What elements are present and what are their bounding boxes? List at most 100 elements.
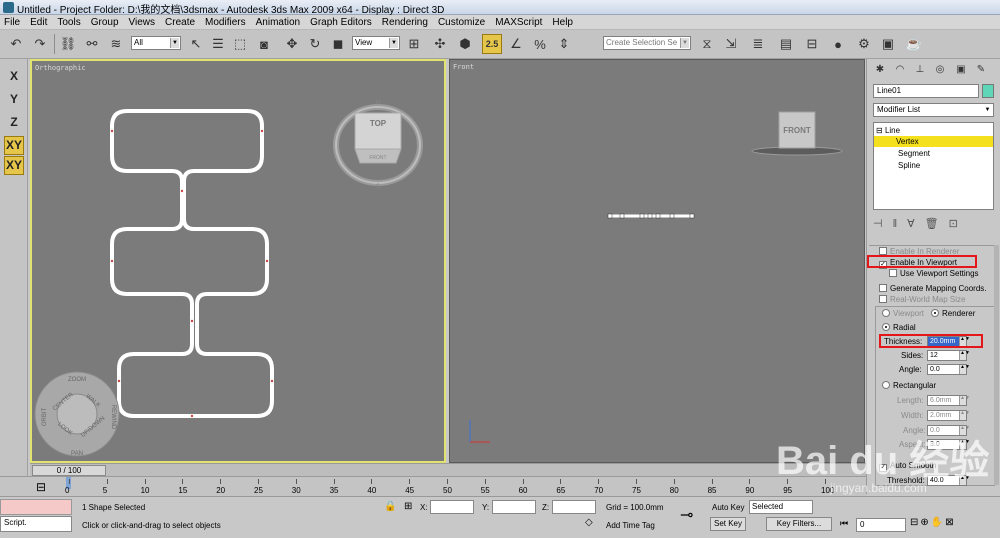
viewcube-front-label[interactable]: FRONT [369,155,386,161]
wheel-zoom[interactable]: ZOOM [68,377,86,383]
z-coordinate-field[interactable] [552,500,596,514]
menu-graph-editors[interactable]: Graph Editors [310,17,372,28]
steering-wheel[interactable]: ZOOM ORBIT CENTER WALK LOOK UP/DOWN REWI… [34,371,120,457]
object-color-swatch[interactable] [982,84,994,98]
set-key-button[interactable]: Set Key [710,517,746,531]
menu-maxscript[interactable]: MAXScript [495,17,542,28]
use-viewport-settings-checkbox[interactable]: Use Viewport Settings [889,269,979,278]
menu-animation[interactable]: Animation [256,17,300,28]
viewcube[interactable]: TOP FRONT N S [333,100,423,190]
layer-manager-icon[interactable]: ≣ [748,34,768,54]
front-viewport[interactable]: Front FRONT [449,59,865,463]
time-slider-knob[interactable]: 0 / 100 [32,465,106,476]
add-time-tag-button[interactable]: Add Time Tag [606,521,655,530]
lock-icon[interactable]: 🔒 [384,501,396,512]
named-selection-set-dropdown[interactable]: Create Selection Se ▼ [603,36,691,50]
restrict-to-z-button[interactable]: Z [4,113,24,132]
spinner-arrows-icon[interactable]: ▲▼ [959,396,970,405]
align-icon[interactable]: ⇲ [721,34,741,54]
auto-smooth-checkbox[interactable]: ✓ Auto Smooth [879,461,936,472]
radial-radio[interactable]: Radial [882,323,916,332]
current-frame-field[interactable]: 0 [856,518,906,532]
stack-item-vertex[interactable]: Vertex [874,136,993,147]
motion-tab-icon[interactable]: ◎ [932,62,948,78]
app-icon[interactable] [3,2,14,13]
mirror-icon[interactable]: ⧖ [697,34,717,54]
menu-create[interactable]: Create [165,17,195,28]
select-and-rotate-icon[interactable]: ↻ [305,34,325,54]
rendered-frame-window-icon[interactable]: ▣ [878,34,898,54]
schematic-view-icon[interactable]: ⊟ [802,34,822,54]
restrict-to-plane-button[interactable]: XY [4,156,24,175]
stack-item-spline[interactable]: Spline [898,160,920,171]
spinner-arrows-icon[interactable]: ▲▼ [959,365,970,374]
zoom-icon[interactable]: ⊕ [920,517,930,528]
restrict-to-x-button[interactable]: X [4,67,24,86]
pin-stack-icon[interactable]: ⊣ [873,218,893,230]
key-icon[interactable]: ⊸ [680,505,693,525]
select-and-scale-icon[interactable]: ◼ [328,34,348,54]
modify-tab-icon[interactable]: ◠ [892,62,908,78]
show-end-result-icon[interactable]: ‖ [893,218,908,230]
maxscript-listener-output[interactable] [0,499,72,515]
orthographic-viewport[interactable]: Orthographic TOP FRONT N S ZOOM ORBIT CE [30,59,446,463]
spinner-arrows-icon[interactable]: ▲▼ [959,426,970,435]
x-coordinate-field[interactable] [430,500,474,514]
select-object-icon[interactable]: ↖ [186,34,206,54]
spinner-arrows-icon[interactable]: ▲▼ [959,351,970,360]
time-slider[interactable]: 0 / 100 [30,463,866,476]
menu-group[interactable]: Group [91,17,119,28]
rectangular-radio[interactable]: Rectangular [882,381,936,390]
key-mode-dropdown[interactable]: Selected [749,500,813,514]
menu-modifiers[interactable]: Modifiers [205,17,246,28]
angle-spinner[interactable]: 0.0 ▲▼ [927,364,970,375]
generate-mapping-checkbox[interactable]: Generate Mapping Coords. [879,284,987,293]
make-unique-icon[interactable]: ∀ [907,218,925,230]
snaps-toggle-icon[interactable]: 2.5 [482,34,502,54]
render-setup-icon[interactable]: ⚙ [854,34,874,54]
utilities-tab-icon[interactable]: ✎ [973,62,989,78]
stack-item-segment[interactable]: Segment [898,148,930,159]
material-editor-icon[interactable]: ● [828,34,848,54]
menu-customize[interactable]: Customize [438,17,485,28]
configure-modifier-icon[interactable]: ⊡ [949,218,968,230]
display-tab-icon[interactable]: ▣ [953,62,969,78]
y-coordinate-field[interactable] [492,500,536,514]
pan-icon[interactable]: ✋ [931,517,945,528]
maxscript-input[interactable]: Script. [0,516,72,532]
select-and-manipulate-icon[interactable]: ✣ [430,34,450,54]
keyboard-shortcut-override-icon[interactable]: ⬢ [455,34,475,54]
prev-frame-icon[interactable]: ⏮ [840,518,849,528]
auto-key-button[interactable]: Auto Key [712,503,744,512]
reference-coord-dropdown[interactable]: View ▼ [352,36,400,50]
menu-rendering[interactable]: Rendering [382,17,428,28]
pivot-center-icon[interactable]: ⊞ [404,34,424,54]
wheel-pan[interactable]: PAN [71,451,83,457]
render-production-icon[interactable]: ☕ [904,34,924,54]
spinner-arrows-icon[interactable]: ▲▼ [959,476,970,485]
wheel-rewind[interactable]: REWIND [110,405,116,430]
renderer-radio[interactable]: Renderer [931,309,975,318]
absolute-mode-icon[interactable]: ⊞ [404,501,412,512]
viewport-radio[interactable]: Viewport [882,309,924,318]
modifier-list-dropdown[interactable]: Modifier List ▼ [873,103,994,117]
angle-snap-icon[interactable]: ∠ [506,34,526,54]
bind-space-warp-icon[interactable]: ≋ [106,34,126,54]
object-name-field[interactable]: Line01 [873,84,979,98]
maximize-viewport-icon[interactable]: ⊠ [945,517,955,528]
spinner-snap-icon[interactable]: ⇕ [554,34,574,54]
create-tab-icon[interactable]: ✱ [872,62,888,78]
panel-scrollbar[interactable] [994,245,999,485]
unlink-icon[interactable]: ⚯ [82,34,102,54]
real-world-map-checkbox[interactable]: Real-World Map Size [879,295,965,304]
restrict-to-y-button[interactable]: Y [4,90,24,109]
spinner-arrows-icon[interactable]: ▲▼ [959,440,970,449]
viewcube-top-label[interactable]: TOP [370,119,387,128]
sides-spinner[interactable]: 12 ▲▼ [927,350,970,361]
width-spinner[interactable]: 2.0mm ▲▼ [927,410,970,421]
percent-snap-icon[interactable]: % [530,34,550,54]
menu-edit[interactable]: Edit [30,17,47,28]
hierarchy-tab-icon[interactable]: ⊥ [912,62,928,78]
viewcube-front[interactable]: FRONT [751,111,843,156]
key-filters-button[interactable]: Key Filters... [766,517,832,531]
